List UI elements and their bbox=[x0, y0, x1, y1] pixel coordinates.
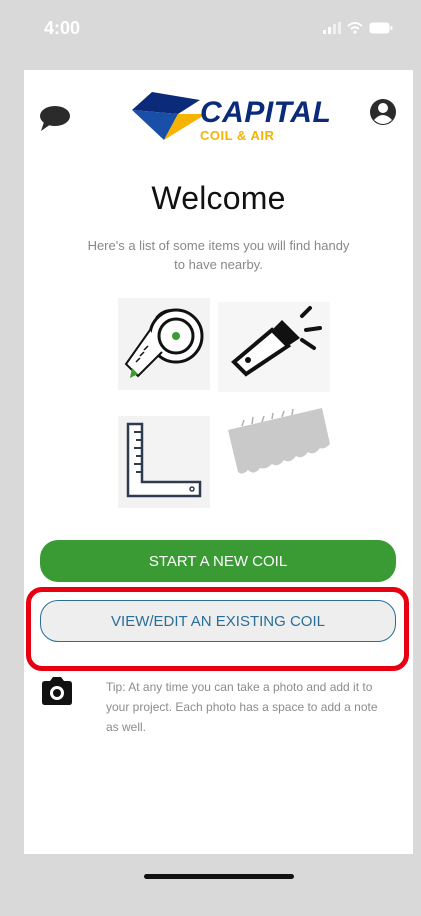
status-time: 4:00 bbox=[44, 18, 81, 38]
signal-icon bbox=[323, 22, 341, 34]
camera-icon[interactable] bbox=[40, 676, 74, 706]
wifi-icon bbox=[347, 22, 363, 34]
chat-icon[interactable] bbox=[38, 104, 72, 132]
status-bar: 4:00 bbox=[0, 0, 421, 60]
carpenter-square-icon bbox=[118, 416, 210, 508]
page-subtitle: Here's a list of some items you will fin… bbox=[87, 238, 350, 272]
logo-text: CAPITAL bbox=[200, 96, 332, 129]
tape-measure-icon bbox=[118, 298, 210, 390]
welcome-card: CAPITAL COIL & AIR Welcome Here's a list… bbox=[24, 70, 413, 854]
battery-icon bbox=[369, 22, 393, 34]
home-indicator[interactable] bbox=[144, 874, 294, 879]
tip-text: Tip: At any time you can take a photo an… bbox=[106, 680, 378, 734]
start-new-coil-button[interactable]: START A NEW COIL bbox=[40, 540, 396, 582]
fin-comb-icon bbox=[218, 404, 336, 492]
logo-subtext: COIL & AIR bbox=[200, 128, 275, 143]
logo-mark-icon bbox=[132, 92, 206, 140]
profile-icon[interactable] bbox=[369, 98, 397, 126]
page-title: Welcome bbox=[151, 180, 286, 216]
view-edit-coil-button[interactable]: VIEW/EDIT AN EXISTING COIL bbox=[40, 600, 396, 642]
status-icons bbox=[323, 22, 393, 34]
flashlight-icon bbox=[218, 302, 330, 392]
